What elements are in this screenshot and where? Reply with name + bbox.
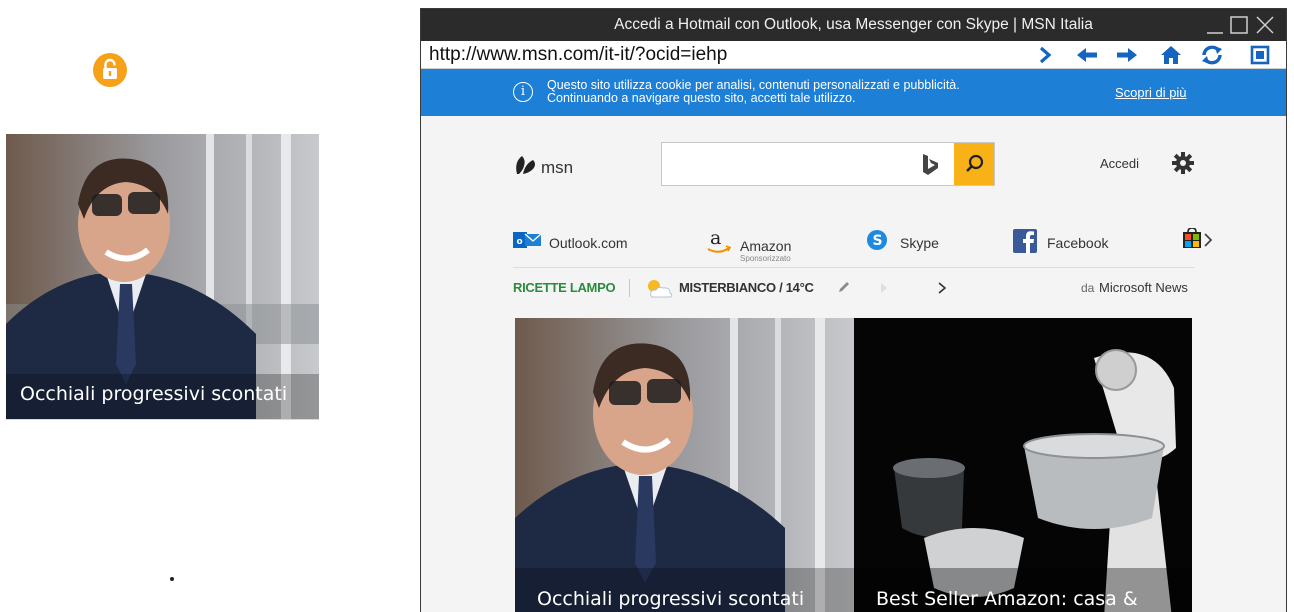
partly-cloudy-icon: [648, 280, 673, 298]
quick-link-amazon[interactable]: a Amazon Sponsorizzato: [705, 226, 835, 263]
home-icon[interactable]: [1158, 43, 1184, 67]
man-with-glasses-photo: [515, 318, 854, 612]
screen: Occhiali progressivi scontati Accedi a H…: [0, 0, 1294, 612]
msn-logo[interactable]: msn: [513, 152, 573, 183]
ricette-lampo-link[interactable]: RICETTE LAMPO: [513, 280, 616, 295]
dot: [170, 577, 174, 581]
news-tile-caption: Occhiali progressivi scontati: [537, 588, 805, 610]
minimize-icon[interactable]: [1203, 12, 1227, 38]
stand-mixer-photo: [854, 318, 1192, 612]
quick-link-label: Skype: [900, 235, 939, 251]
search-button[interactable]: [954, 143, 994, 185]
outlook-icon: o: [513, 232, 542, 248]
msn-page: msn Accedi o Outlook.com a Amazon Sponso…: [421, 116, 1286, 612]
news-tile[interactable]: Occhiali progressivi scontati: [515, 318, 854, 612]
quick-links: o Outlook.com a Amazon Sponsorizzato S S…: [513, 226, 1221, 263]
bing-icon: [923, 154, 938, 175]
screenshot-icon[interactable]: [1247, 43, 1273, 67]
forward-icon[interactable]: [1114, 43, 1140, 67]
back-icon[interactable]: [1074, 43, 1100, 67]
edit-pencil-icon[interactable]: [836, 279, 852, 295]
source-prefix: da: [1081, 281, 1095, 295]
browser-window: Accedi a Hotmail con Outlook, usa Messen…: [420, 8, 1287, 612]
cookie-text-line1: Questo sito utilizza cookie per analisi,…: [547, 78, 960, 92]
source-name[interactable]: Microsoft News: [1099, 280, 1188, 295]
cookie-banner: i Questo sito utilizza cookie per analis…: [421, 69, 1286, 116]
maximize-icon[interactable]: [1227, 12, 1251, 38]
info-icon: i: [513, 82, 533, 102]
man-with-glasses-photo: [6, 134, 319, 419]
quick-link-facebook[interactable]: Facebook: [1013, 226, 1143, 256]
learn-more-link[interactable]: Scopri di più: [1115, 85, 1187, 100]
weather-location[interactable]: MISTERBIANCO / 14°C: [679, 280, 814, 295]
news-tiles: Occhiali progressivi scontati Best Selle…: [515, 318, 1192, 612]
play-icon[interactable]: [879, 282, 889, 294]
cookie-text-line2: Continuando a navigare questo sito, acce…: [547, 91, 856, 105]
svg-text:a: a: [710, 228, 721, 249]
title-bar: Accedi a Hotmail con Outlook, usa Messen…: [421, 9, 1286, 41]
promo-card-caption: Occhiali progressivi scontati: [20, 383, 288, 405]
skype-icon: S: [867, 230, 887, 250]
url-text[interactable]: http://www.msn.com/it-it/?ocid=iehp: [429, 44, 727, 66]
quick-link-label: Amazon: [740, 238, 792, 254]
quick-link-label: Outlook.com: [549, 235, 628, 251]
refresh-icon[interactable]: [1199, 43, 1225, 67]
info-strip: RICETTE LAMPO MISTERBIANCO / 14°C da Mic: [513, 276, 1197, 300]
chevron-right-icon[interactable]: [935, 280, 949, 296]
sponsored-label: Sponsorizzato: [740, 254, 791, 263]
divider: [513, 267, 1194, 268]
search-box[interactable]: [661, 142, 995, 186]
facebook-icon: [1013, 229, 1037, 253]
quick-link-label: Facebook: [1047, 235, 1109, 251]
msn-butterfly-icon: [516, 156, 535, 174]
search-icon: [966, 154, 984, 172]
store-icon: [1183, 228, 1213, 248]
svg-text:S: S: [873, 233, 883, 249]
gear-icon[interactable]: [1171, 151, 1195, 180]
strip-divider: [629, 279, 630, 297]
amazon-icon: a: [707, 228, 732, 253]
quick-link-skype[interactable]: S Skype: [865, 226, 985, 256]
go-icon[interactable]: [1032, 43, 1058, 67]
quick-link-outlook[interactable]: o Outlook.com: [513, 226, 643, 256]
news-tile[interactable]: Best Seller Amazon: casa &: [854, 318, 1192, 612]
close-icon[interactable]: [1253, 12, 1277, 38]
promo-card[interactable]: Occhiali progressivi scontati: [6, 134, 319, 420]
msn-logo-text: msn: [541, 158, 574, 177]
unlocked-padlock-icon[interactable]: [93, 53, 127, 87]
signin-link[interactable]: Accedi: [1100, 156, 1139, 171]
news-tile-caption: Best Seller Amazon: casa &: [876, 588, 1138, 610]
window-title: Accedi a Hotmail con Outlook, usa Messen…: [614, 16, 1093, 33]
svg-text:o: o: [517, 237, 523, 247]
address-bar[interactable]: http://www.msn.com/it-it/?ocid=iehp: [421, 41, 1286, 69]
quick-link-store[interactable]: [1181, 226, 1221, 256]
